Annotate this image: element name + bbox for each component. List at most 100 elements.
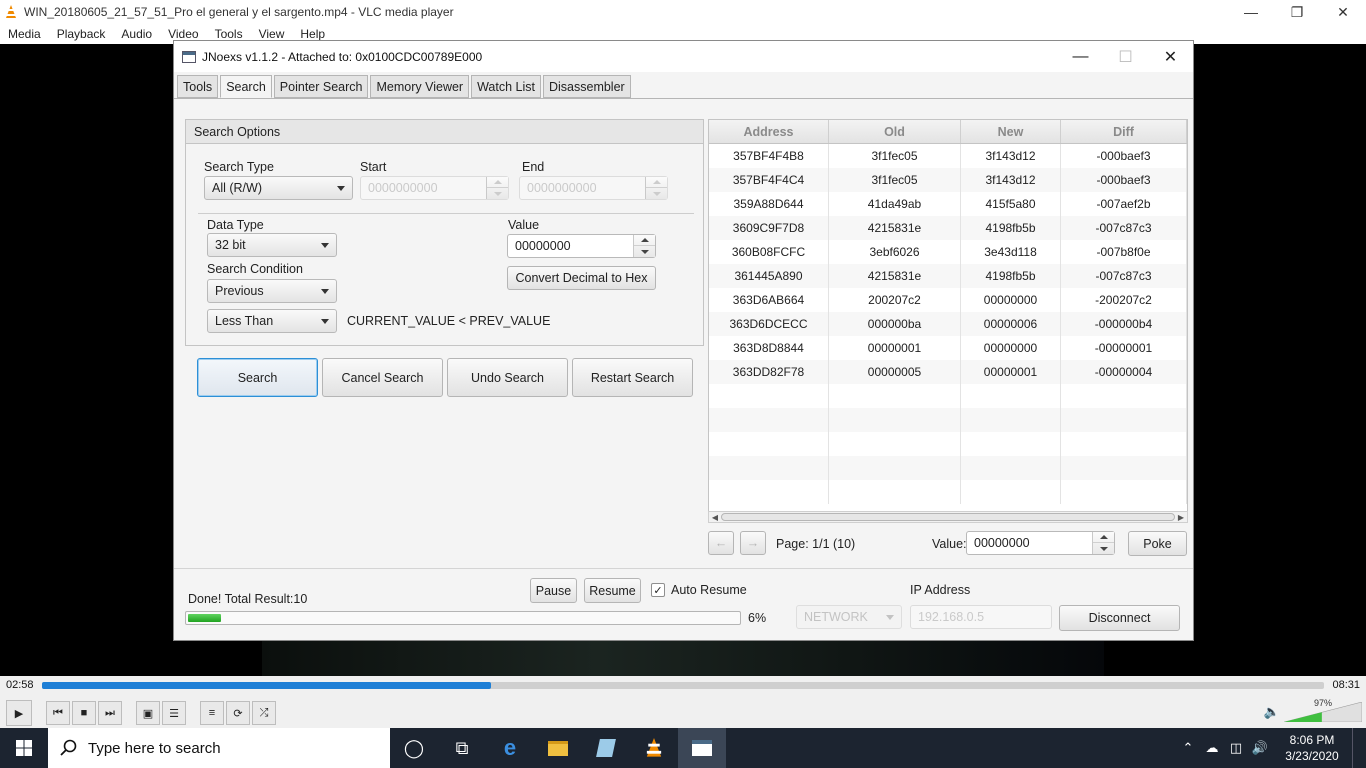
table-horizontal-scrollbar[interactable]: ◀ ▶ <box>708 511 1188 523</box>
vlc-cone-icon <box>6 5 16 18</box>
spin-up-icon[interactable] <box>1099 535 1108 539</box>
disconnect-button[interactable]: Disconnect <box>1059 605 1180 631</box>
table-row[interactable]: 360B08FCFC 3ebf6026 3e43d118 -007b8f0e <box>709 240 1187 264</box>
tab-memory-viewer[interactable]: Memory Viewer <box>370 75 470 98</box>
spin-down-icon[interactable] <box>640 249 649 254</box>
loop-button[interactable]: ⟳ <box>226 701 250 725</box>
restore-icon[interactable]: ❐ <box>1274 0 1320 24</box>
column-header-diff[interactable]: Diff <box>1061 120 1187 143</box>
search-condition-combo[interactable]: Previous <box>207 279 337 303</box>
cell-diff: -000baef3 <box>1061 168 1187 192</box>
poke-button[interactable]: Poke <box>1128 531 1187 556</box>
onedrive-icon[interactable]: ☁ <box>1200 740 1224 756</box>
cortana-button[interactable]: ◯ <box>390 728 438 768</box>
column-header-address[interactable]: Address <box>709 120 829 143</box>
close-icon[interactable]: ✕ <box>1320 0 1366 24</box>
shuffle-button[interactable]: ⤮ <box>252 701 276 725</box>
playlist-button[interactable]: ≡ <box>200 701 224 725</box>
chevron-down-icon <box>886 615 894 620</box>
tab-pointer-search[interactable]: Pointer Search <box>273 75 369 98</box>
show-hidden-icons-icon[interactable]: ⌃ <box>1176 740 1200 756</box>
minimize-icon[interactable]: — <box>1058 41 1103 72</box>
app-taskbar-button[interactable] <box>582 728 630 768</box>
task-view-button[interactable]: ⧉ <box>438 728 486 768</box>
table-row[interactable]: 357BF4F4C4 3f1fec05 3f143d12 -000baef3 <box>709 168 1187 192</box>
menu-view[interactable]: View <box>251 27 293 41</box>
spin-down-icon[interactable] <box>1099 546 1108 551</box>
tab-tools[interactable]: Tools <box>177 75 219 98</box>
menu-media[interactable]: Media <box>0 27 49 41</box>
table-row[interactable]: 363D6AB664 200207c2 00000000 -200207c2 <box>709 288 1187 312</box>
pause-button[interactable]: Pause <box>530 578 577 603</box>
column-header-new[interactable]: New <box>961 120 1061 143</box>
fullscreen-button[interactable]: ▣ <box>136 701 160 725</box>
menu-audio[interactable]: Audio <box>113 27 160 41</box>
file-explorer-taskbar-button[interactable] <box>534 728 582 768</box>
spin-down-icon <box>493 191 502 196</box>
clock[interactable]: 8:06 PM 3/23/2020 <box>1272 732 1352 764</box>
restart-search-button[interactable]: Restart Search <box>572 358 693 397</box>
table-row[interactable]: 357BF4F4B8 3f1fec05 3f143d12 -000baef3 <box>709 144 1187 168</box>
table-row[interactable]: 363D6DCECC 000000ba 00000006 -000000b4 <box>709 312 1187 336</box>
search-type-combo[interactable]: All (R/W) <box>204 176 353 200</box>
jnoexs-taskbar-button[interactable] <box>678 728 726 768</box>
search-button[interactable]: Search <box>197 358 318 397</box>
cell-old <box>829 432 961 456</box>
spin-up-icon[interactable] <box>640 238 649 242</box>
scrollbar-thumb[interactable] <box>721 513 1175 521</box>
menu-video[interactable]: Video <box>160 27 206 41</box>
edge-taskbar-button[interactable]: e <box>486 728 534 768</box>
prev-page-button[interactable]: ← <box>708 531 734 555</box>
scroll-left-icon[interactable]: ◀ <box>709 513 721 522</box>
next-page-button[interactable]: → <box>740 531 766 555</box>
stop-button[interactable]: ■ <box>72 701 96 725</box>
cell-address: 363DD82F78 <box>709 360 829 384</box>
loop-icon: ⟳ <box>233 707 243 720</box>
table-row[interactable]: 361445A890 4215831e 4198fb5b -007c87c3 <box>709 264 1187 288</box>
play-button[interactable]: ▶ <box>6 700 32 726</box>
scroll-right-icon[interactable]: ▶ <box>1175 513 1187 522</box>
volume-icon[interactable]: 🔊 <box>1248 740 1272 756</box>
column-header-old[interactable]: Old <box>829 120 961 143</box>
undo-search-button[interactable]: Undo Search <box>447 358 568 397</box>
menu-help[interactable]: Help <box>292 27 333 41</box>
cell-old <box>829 480 961 504</box>
extended-settings-button[interactable]: ☰ <box>162 701 186 725</box>
start-button[interactable] <box>0 728 48 768</box>
cell-address <box>709 408 829 432</box>
poke-value-spinner[interactable] <box>966 531 1115 555</box>
comparison-combo[interactable]: Less Than <box>207 309 337 333</box>
search-value-input[interactable] <box>508 235 628 257</box>
minimize-icon[interactable]: — <box>1228 0 1274 24</box>
next-button[interactable]: ⏭ <box>98 701 122 725</box>
end-label: End <box>522 160 545 174</box>
previous-button[interactable]: ⏮ <box>46 701 70 725</box>
volume-control[interactable]: 🔈 97% <box>1264 698 1362 722</box>
close-icon[interactable]: ✕ <box>1148 41 1193 72</box>
taskbar-search[interactable]: Type here to search <box>48 728 390 768</box>
menu-playback[interactable]: Playback <box>49 27 114 41</box>
convert-decimal-to-hex-button[interactable]: Convert Decimal to Hex <box>507 266 656 290</box>
table-row[interactable]: 3609C9F7D8 4215831e 4198fb5b -007c87c3 <box>709 216 1187 240</box>
search-value-spinner[interactable] <box>507 234 656 258</box>
search-condition-label: Search Condition <box>207 262 303 276</box>
tab-watch-list[interactable]: Watch List <box>471 75 541 98</box>
show-desktop-button[interactable] <box>1352 728 1366 768</box>
cell-new: 3f143d12 <box>961 168 1061 192</box>
tab-search[interactable]: Search <box>220 75 272 98</box>
tab-disassembler[interactable]: Disassembler <box>542 75 631 98</box>
poke-value-input[interactable] <box>967 532 1087 554</box>
vlc-taskbar-button[interactable] <box>630 728 678 768</box>
auto-resume-checkbox[interactable]: ✓ <box>651 583 665 597</box>
fullscreen-icon: ▣ <box>142 707 154 720</box>
next-icon: ⏭ <box>105 706 115 719</box>
table-row[interactable]: 359A88D644 41da49ab 415f5a80 -007aef2b <box>709 192 1187 216</box>
network-icon[interactable]: ◫ <box>1224 740 1248 756</box>
table-row[interactable]: 363D8D8844 00000001 00000000 -00000001 <box>709 336 1187 360</box>
table-row[interactable]: 363DD82F78 00000005 00000001 -00000004 <box>709 360 1187 384</box>
resume-button[interactable]: Resume <box>584 578 641 603</box>
menu-tools[interactable]: Tools <box>207 27 251 41</box>
seek-bar[interactable] <box>42 682 1324 689</box>
cancel-search-button[interactable]: Cancel Search <box>322 358 443 397</box>
data-type-combo[interactable]: 32 bit <box>207 233 337 257</box>
